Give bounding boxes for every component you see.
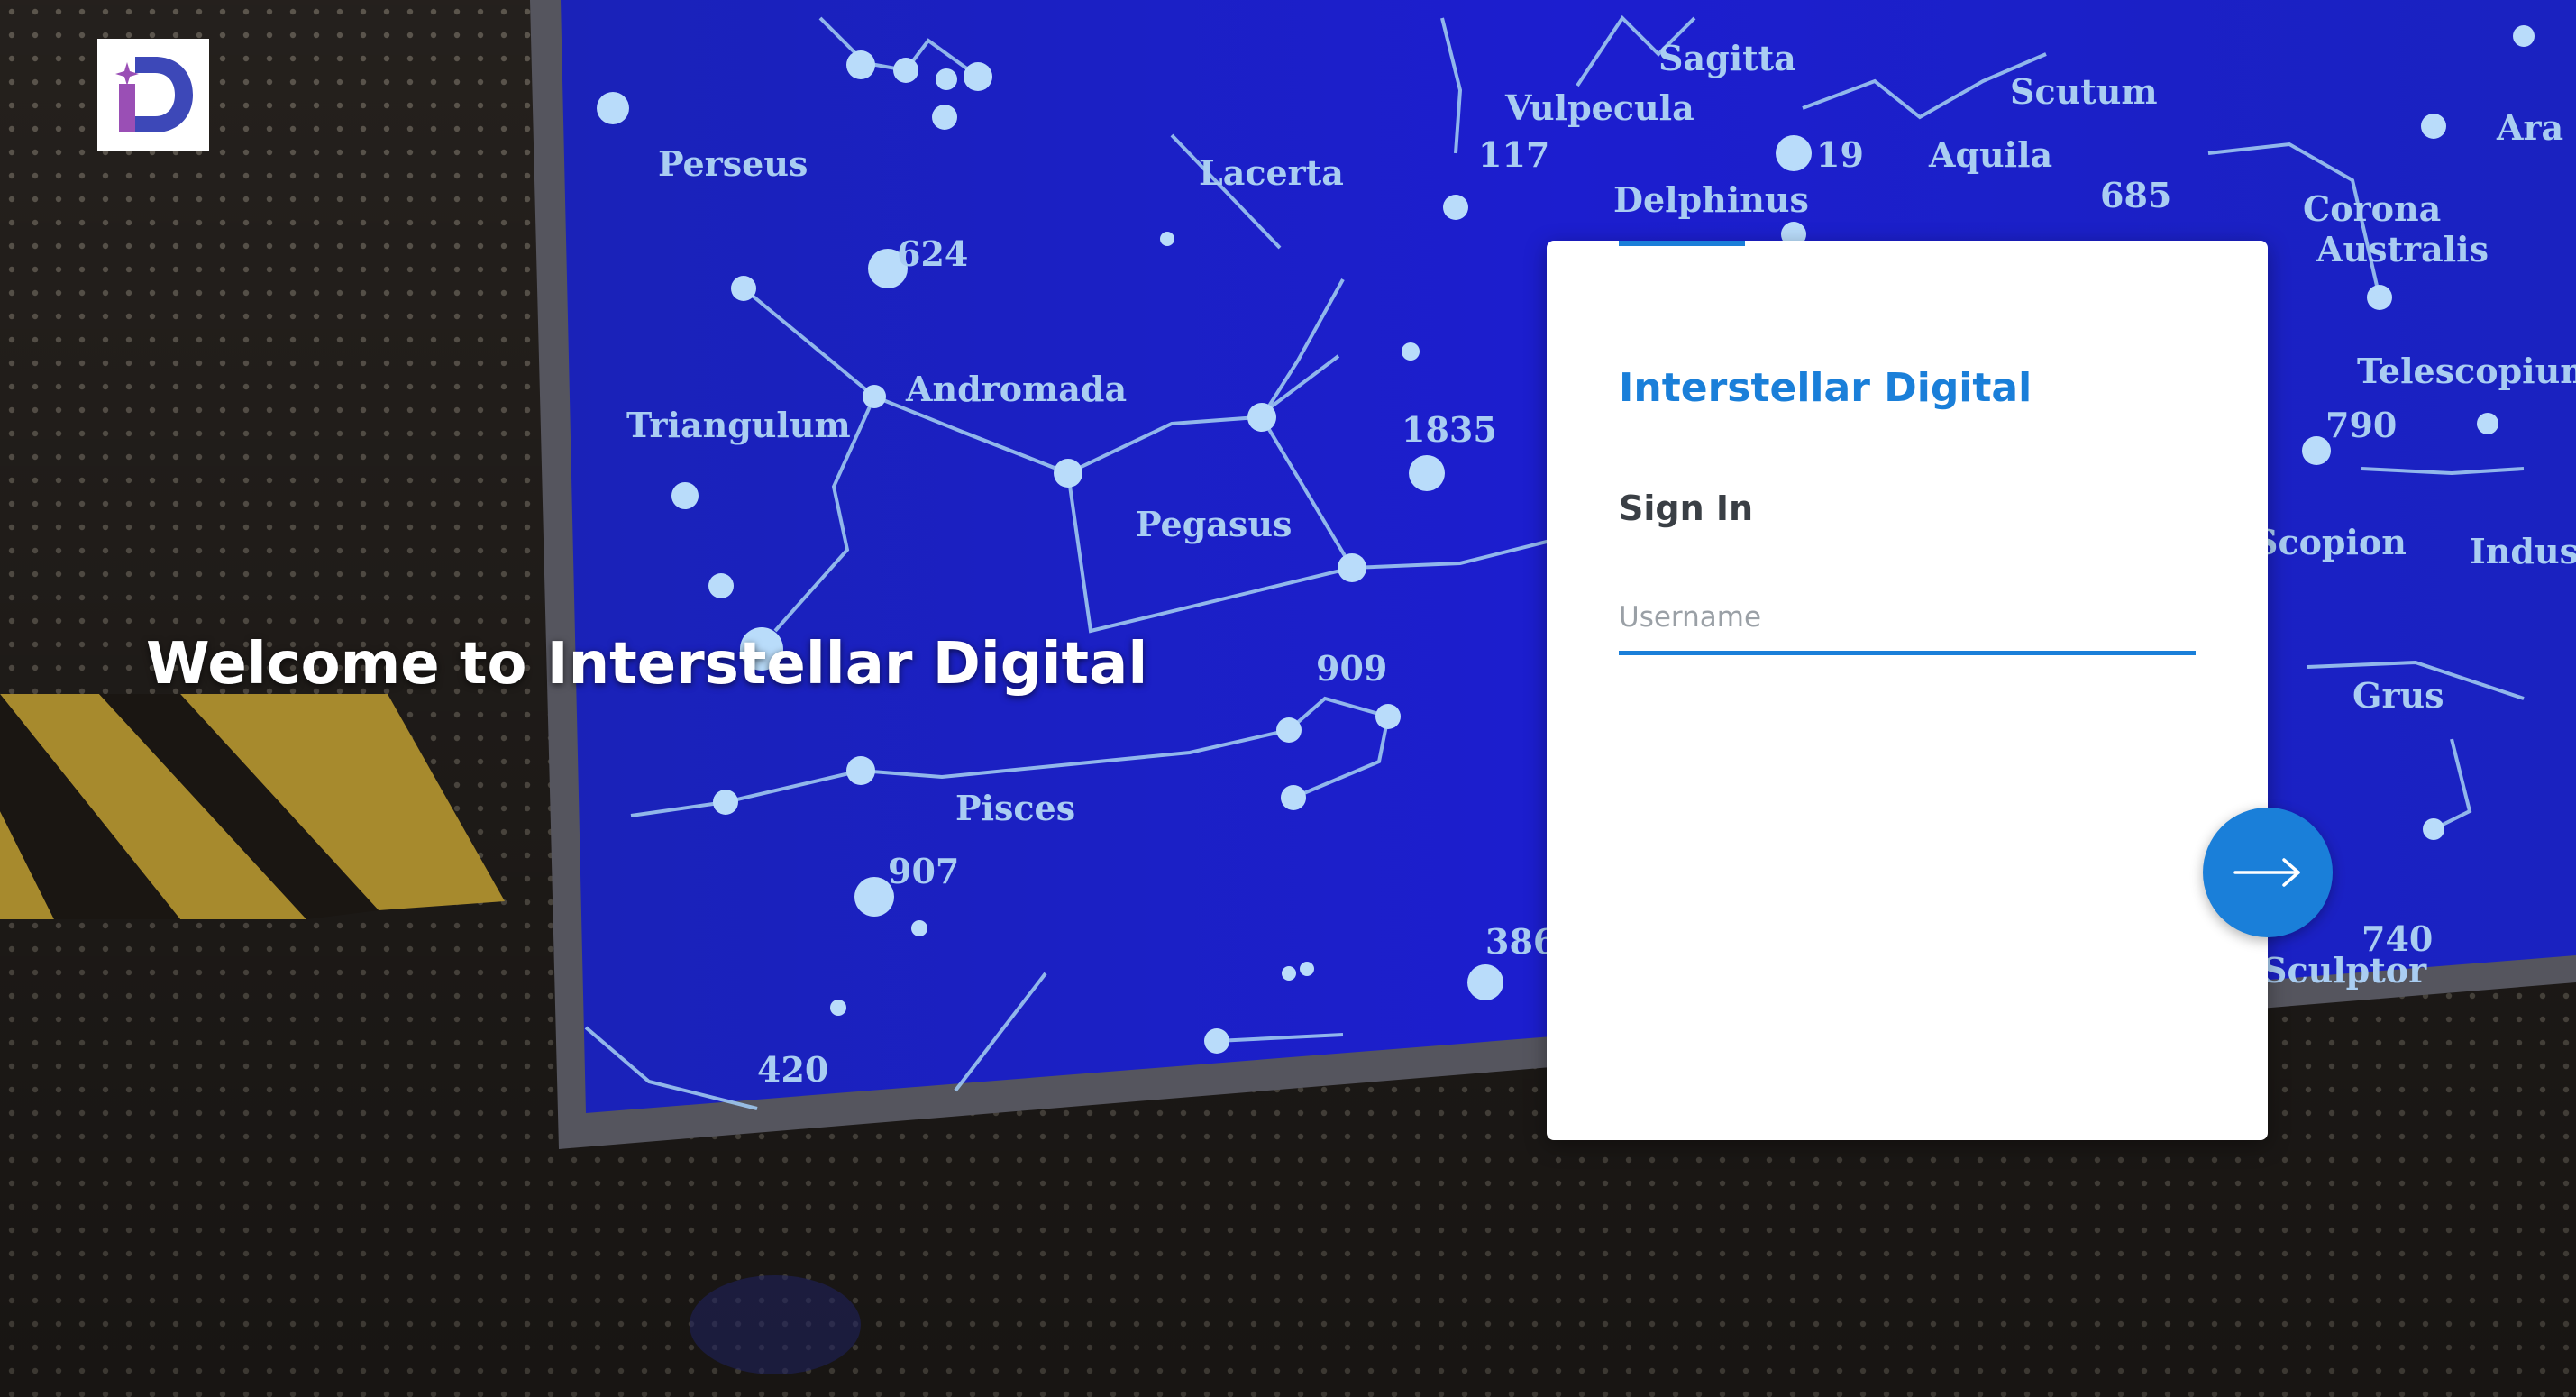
svg-text:685: 685 [2100, 175, 2171, 215]
svg-text:Lacerta: Lacerta [1199, 152, 1344, 193]
svg-text:790: 790 [2325, 405, 2397, 445]
login-card: Interstellar Digital Sign In [1547, 241, 2268, 1140]
svg-text:19: 19 [1816, 134, 1864, 175]
arrow-right-icon [2233, 858, 2300, 887]
logo-icon [115, 57, 193, 132]
svg-text:Pisces: Pisces [955, 788, 1075, 828]
svg-text:Triangulum: Triangulum [626, 405, 851, 445]
svg-text:Sagitta: Sagitta [1658, 38, 1796, 78]
svg-text:Vulpecula: Vulpecula [1504, 87, 1694, 128]
svg-text:Delphinus: Delphinus [1613, 179, 1809, 220]
svg-text:Perseus: Perseus [658, 143, 808, 184]
svg-text:740: 740 [2361, 918, 2433, 959]
svg-text:624: 624 [897, 233, 968, 274]
svg-text:Telescopium: Telescopium [2357, 351, 2576, 391]
svg-text:Aquila: Aquila [1928, 134, 2052, 175]
svg-text:117: 117 [1478, 134, 1549, 175]
svg-text:Corona: Corona [2303, 188, 2441, 229]
svg-text:907: 907 [888, 851, 959, 891]
svg-text:1835: 1835 [1402, 409, 1497, 450]
svg-text:Australis: Australis [2316, 229, 2489, 269]
svg-text:Indus: Indus [2470, 531, 2576, 571]
login-page: Perseus Lacerta Sagitta Vulpecula Scutum… [0, 0, 2576, 1397]
interstellar-digital-logo [97, 39, 209, 151]
card-accent-bar [1619, 241, 1745, 246]
svg-text:Andromada: Andromada [905, 369, 1127, 409]
svg-text:Scopion: Scopion [2253, 522, 2407, 562]
svg-text:420: 420 [757, 1049, 828, 1090]
svg-text:909: 909 [1316, 648, 1387, 689]
username-input[interactable] [1619, 583, 2196, 655]
sign-in-heading: Sign In [1619, 488, 1754, 528]
svg-text:Scutum: Scutum [2010, 71, 2158, 112]
brand-title: Interstellar Digital [1619, 365, 2032, 411]
svg-text:Ara: Ara [2496, 107, 2563, 148]
svg-text:Grus: Grus [2352, 675, 2444, 716]
svg-text:Pegasus: Pegasus [1136, 504, 1292, 544]
welcome-heading: Welcome to Interstellar Digital [146, 631, 1148, 698]
next-button[interactable] [2203, 808, 2333, 937]
